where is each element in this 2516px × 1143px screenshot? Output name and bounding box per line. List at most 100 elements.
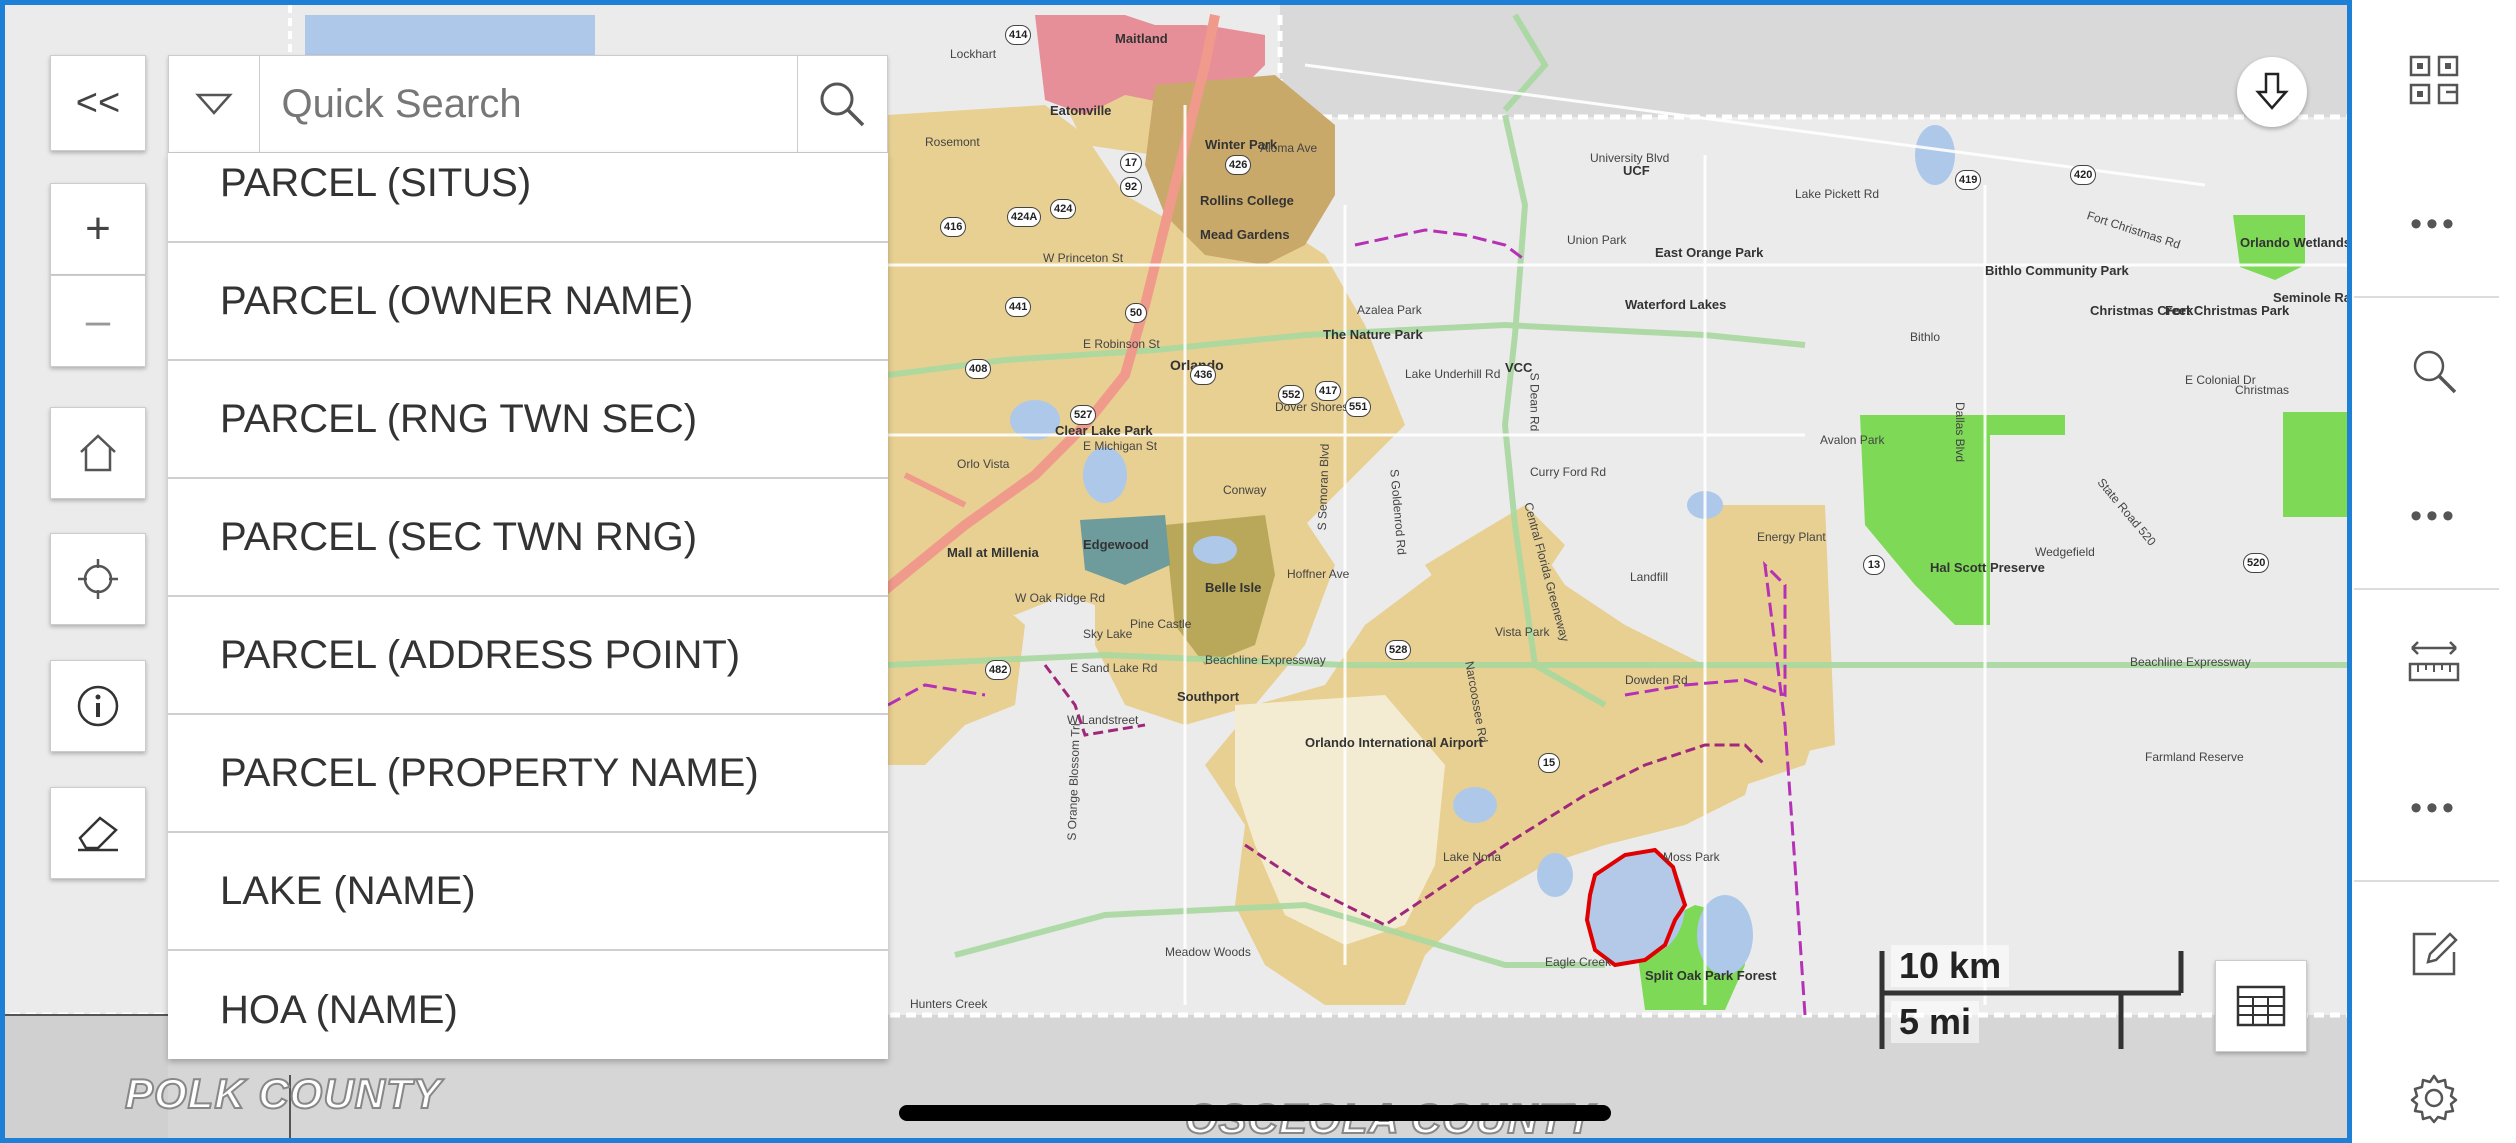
- map-label-place: Mall at Millenia: [947, 545, 1039, 560]
- map-label-place: Edgewood: [1083, 537, 1149, 552]
- map-label-place: Southport: [1177, 689, 1240, 704]
- route-shield: 92: [1120, 177, 1142, 197]
- map-label-place: Eatonville: [1050, 103, 1112, 118]
- map-view[interactable]: Maitland Eatonville Winter Park Rollins …: [0, 0, 2352, 1143]
- settings-icon: [2410, 1074, 2458, 1124]
- more-button[interactable]: •••: [2352, 176, 2516, 272]
- map-label-place: Lake Nona: [1443, 850, 1502, 864]
- search-icon: [820, 82, 865, 127]
- route-shield: 17: [1120, 153, 1142, 173]
- map-label-road: Hoffner Ave: [1287, 567, 1350, 581]
- right-toolbar: ••• ••• •••: [2352, 0, 2516, 1143]
- eraser-icon: [78, 816, 118, 852]
- map-label-road: W Princeton St: [1043, 251, 1124, 265]
- map-label-place: Waterford Lakes: [1625, 297, 1727, 312]
- search-input[interactable]: [259, 56, 797, 152]
- map-label-place: Energy Plant: [1757, 530, 1826, 544]
- map-label-place: Azalea Park: [1357, 303, 1422, 317]
- route-shield: 528: [1385, 640, 1412, 660]
- more-icon: •••: [2410, 789, 2458, 827]
- more-button[interactable]: •••: [2352, 760, 2516, 856]
- map-label-place: Pine Castle: [1130, 617, 1192, 631]
- settings-button[interactable]: [2352, 1050, 2516, 1143]
- map-label-road: Lake Pickett Rd: [1795, 187, 1880, 201]
- clear-button[interactable]: [50, 787, 146, 879]
- map-label-place: Farmland Reserve: [2145, 750, 2244, 764]
- route-shield: 426: [1225, 155, 1252, 175]
- map-label-place: Rosemont: [925, 135, 980, 149]
- route-shield: 50: [1125, 303, 1147, 323]
- map-label-place: Bithlo Community Park: [1985, 263, 2129, 278]
- map-label-place: Maitland: [1115, 31, 1168, 46]
- search-button[interactable]: [796, 56, 888, 152]
- map-label-road: Dowden Rd: [1625, 673, 1688, 687]
- locate-me-button[interactable]: [50, 533, 146, 625]
- home-button[interactable]: [50, 407, 146, 499]
- search-type-item[interactable]: PARCEL (ADDRESS POINT): [168, 597, 888, 715]
- qr-code-icon: [2409, 55, 2459, 105]
- map-label-place: UCF: [1623, 163, 1650, 178]
- search-type-item[interactable]: PARCEL (SEC TWN RNG): [168, 479, 888, 597]
- route-shield: 408: [965, 359, 992, 379]
- attribute-table-button[interactable]: [2215, 960, 2307, 1052]
- route-shield: 417: [1315, 381, 1342, 401]
- search-tool-button[interactable]: [2352, 323, 2516, 419]
- qr-code-button[interactable]: [2352, 32, 2516, 128]
- map-label-place: Orlando International Airport: [1305, 735, 1483, 750]
- search-type-item[interactable]: LAKE (NAME): [168, 833, 888, 951]
- route-shield: 424A: [1007, 207, 1042, 227]
- more-icon: •••: [2410, 205, 2458, 243]
- map-label-place: East Orange Park: [1655, 245, 1764, 260]
- triangle-down-icon: [194, 93, 233, 115]
- zoom-in-button[interactable]: +: [50, 183, 146, 275]
- map-label-place: Hunters Creek: [910, 997, 988, 1011]
- map-label-place: Seminole Ranch Conservation Area: [2273, 290, 2352, 305]
- map-label-place: Belle Isle: [1205, 580, 1262, 595]
- route-shield: 416: [940, 217, 967, 237]
- route-shield: 520: [2243, 553, 2270, 573]
- download-button[interactable]: [2237, 57, 2307, 127]
- search-type-item[interactable]: PARCEL (OWNER NAME): [168, 243, 888, 361]
- table-icon: [2236, 985, 2286, 1027]
- map-label-road: University Blvd: [1590, 151, 1670, 165]
- map-label-place: Orlo Vista: [957, 457, 1010, 471]
- map-label-road: Lake Underhill Rd: [1405, 367, 1501, 381]
- map-label-road: W Oak Ridge Rd: [1015, 591, 1106, 605]
- edit-note-button[interactable]: [2352, 906, 2516, 1002]
- map-label-place: Clear Lake Park: [1055, 423, 1153, 438]
- map-label-county: POLK COUNTY: [124, 1069, 442, 1118]
- map-label-place: Union Park: [1567, 233, 1627, 247]
- zoom-out-button[interactable]: –: [50, 275, 146, 367]
- map-label-place: Moss Park: [1663, 850, 1720, 864]
- home-indicator: [899, 1105, 1611, 1121]
- quick-search-bar: [168, 55, 888, 153]
- map-label-place: Landfill: [1630, 570, 1669, 584]
- route-shield: 441: [1005, 297, 1032, 317]
- app-root: Maitland Eatonville Winter Park Rollins …: [0, 0, 2516, 1143]
- more-button[interactable]: •••: [2352, 468, 2516, 564]
- route-shield: 424: [1050, 199, 1077, 219]
- map-label-place: Bithlo: [1910, 330, 1941, 344]
- scale-km-label: 10 km: [1891, 945, 2010, 987]
- edit-note-icon: [2412, 932, 2458, 976]
- map-label-place: Meadow Woods: [1165, 945, 1251, 959]
- search-type-item[interactable]: HOA (NAME): [168, 951, 888, 1059]
- search-type-item[interactable]: PARCEL (PROPERTY NAME): [168, 715, 888, 833]
- measure-button[interactable]: [2352, 614, 2516, 710]
- map-label-place: The Nature Park: [1323, 327, 1423, 342]
- search-type-list: PARCEL (SITUS) PARCEL (OWNER NAME) PARCE…: [168, 153, 888, 1059]
- search-type-item[interactable]: PARCEL (SITUS): [168, 153, 888, 243]
- route-shield: 527: [1070, 405, 1097, 425]
- search-type-dropdown[interactable]: [169, 56, 260, 152]
- map-label-road: E Sand Lake Rd: [1070, 661, 1158, 675]
- collapse-panel-button[interactable]: <<: [50, 55, 146, 151]
- map-label-place: Eagle Creek: [1545, 955, 1612, 969]
- map-label-place: Orlando Wetlands Park: [2240, 235, 2351, 250]
- identify-button[interactable]: [50, 660, 146, 752]
- map-label-place: Fort Christmas Park: [2165, 303, 2290, 318]
- map-label-road: Curry Ford Rd: [1530, 465, 1607, 479]
- arrow-down-icon: [2255, 72, 2289, 110]
- route-shield: 482: [985, 660, 1012, 680]
- crosshair-icon: [78, 559, 118, 599]
- search-type-item[interactable]: PARCEL (RNG TWN SEC): [168, 361, 888, 479]
